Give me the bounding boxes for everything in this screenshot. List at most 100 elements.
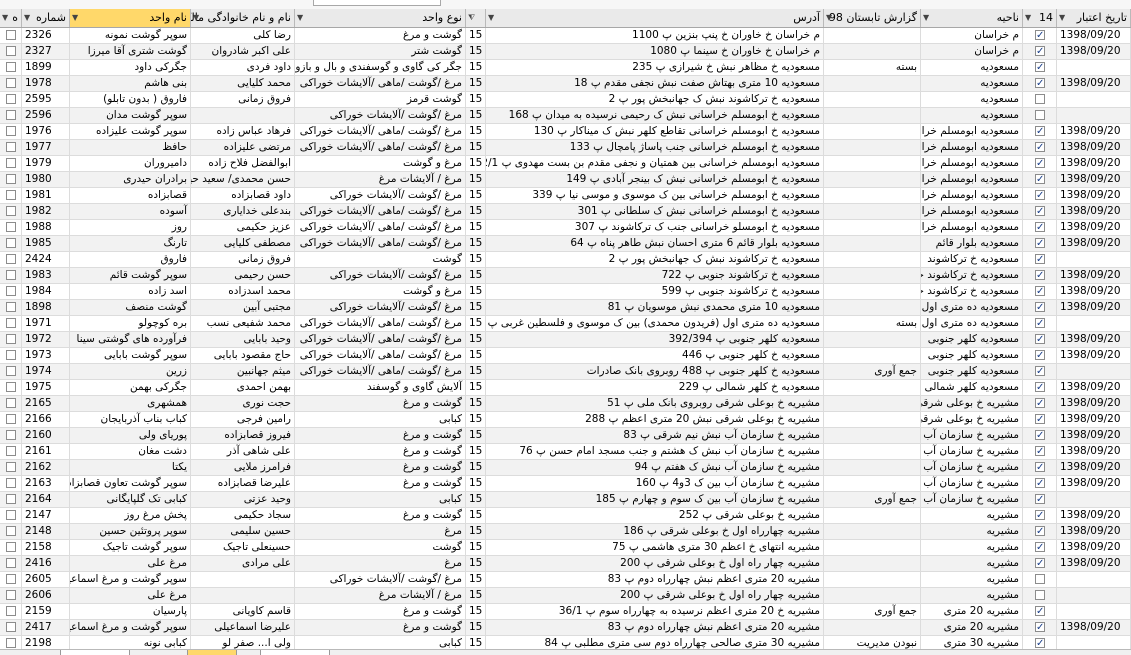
object-tab[interactable]: [260, 650, 330, 655]
cell-num[interactable]: 15: [466, 60, 486, 75]
table-row[interactable]: 2327 گوشت شتری آقا میرزا علی اکبر شادروان گ…: [0, 44, 1131, 60]
cell-type[interactable]: مرغ /گوشت /ماهی /آلایشات خوراکی: [295, 332, 466, 347]
cell-address[interactable]: مسعودیه خ ابومسلم خراسانی جنب پاساژ پامچ…: [486, 140, 824, 155]
cell-date[interactable]: [1057, 588, 1131, 603]
cell-name[interactable]: گوشت منصف: [70, 300, 191, 315]
cell-address[interactable]: مشیریه خ سازمان آب نبش ک هفتم پ 94: [486, 460, 824, 475]
dropdown-arrow-icon[interactable]: ▼: [193, 9, 199, 27]
cell-select[interactable]: [0, 76, 22, 91]
cell-num[interactable]: 15: [466, 364, 486, 379]
flag-checkbox[interactable]: [1035, 540, 1045, 555]
cell-date[interactable]: 1398/09/20: [1057, 284, 1131, 299]
cell-address[interactable]: مشیریه خ بوعلی شرقی پ 252: [486, 508, 824, 523]
cell-name[interactable]: سوپر گوشت نمونه: [70, 28, 191, 43]
cell-num[interactable]: 15: [466, 316, 486, 331]
cell-owner[interactable]: وحید عزتی: [191, 492, 295, 507]
cell-report[interactable]: [824, 348, 921, 363]
cell-region[interactable]: مسعودیه بلوار قائم: [921, 236, 1023, 251]
cell-id[interactable]: 2417: [22, 620, 70, 635]
cell-id[interactable]: 1971: [22, 316, 70, 331]
cell-id[interactable]: 1982: [22, 204, 70, 219]
cell-flag[interactable]: [1023, 412, 1057, 427]
cell-id[interactable]: 2161: [22, 444, 70, 459]
cell-flag[interactable]: [1023, 620, 1057, 635]
cell-region[interactable]: مسعودیه ابومسلم خراسانی: [921, 188, 1023, 203]
select-checkbox[interactable]: [6, 78, 16, 88]
cell-region[interactable]: مسعودیه: [921, 60, 1023, 75]
flag-checkbox[interactable]: [1035, 268, 1045, 283]
cell-num[interactable]: 15: [466, 156, 486, 171]
cell-num[interactable]: 15: [466, 604, 486, 619]
select-checkbox[interactable]: [6, 430, 16, 440]
cell-name[interactable]: زرین: [70, 364, 191, 379]
cell-address[interactable]: مسعودیه خ ابومسلم خراسانی نبش ک بینجر آب…: [486, 172, 824, 187]
cell-id[interactable]: 1977: [22, 140, 70, 155]
cell-date[interactable]: 1398/09/20: [1057, 348, 1131, 363]
cell-type[interactable]: مرغ /گوشت /آلایشات خوراکی: [295, 300, 466, 315]
cell-owner[interactable]: [191, 572, 295, 587]
cell-type[interactable]: مرغ /گوشت /ماهی /آلایشات خوراکی: [295, 140, 466, 155]
cell-owner[interactable]: علیرضا قصابزاده: [191, 476, 295, 491]
cell-address[interactable]: م خراسان خ خاوران خ پنپ بنزین پ 1100: [486, 28, 824, 43]
cell-owner[interactable]: فروق زمانی: [191, 252, 295, 267]
cell-num[interactable]: 15: [466, 540, 486, 555]
cell-flag[interactable]: [1023, 124, 1057, 139]
object-tab-active[interactable]: [187, 650, 237, 655]
cell-select[interactable]: [0, 380, 22, 395]
flag-checkbox[interactable]: [1035, 556, 1045, 571]
cell-owner[interactable]: قاسم کاویانی: [191, 604, 295, 619]
cell-type[interactable]: گوشت و مرغ: [295, 28, 466, 43]
cell-name[interactable]: مرغ علی: [70, 556, 191, 571]
cell-flag[interactable]: [1023, 604, 1057, 619]
cell-region[interactable]: مشیریه: [921, 556, 1023, 571]
select-checkbox[interactable]: [6, 206, 16, 216]
cell-flag[interactable]: [1023, 28, 1057, 43]
cell-num[interactable]: 15: [466, 44, 486, 59]
cell-report[interactable]: [824, 412, 921, 427]
flag-checkbox[interactable]: [1035, 220, 1045, 235]
cell-select[interactable]: [0, 476, 22, 491]
cell-region[interactable]: مسعودیه خ ترکاشوند جنوبی: [921, 268, 1023, 283]
cell-report[interactable]: [824, 28, 921, 43]
cell-select[interactable]: [0, 540, 22, 555]
cell-select[interactable]: [0, 620, 22, 635]
cell-address[interactable]: مسعودیه 10 متری بهتاش صفت نبش نجفی مقدم …: [486, 76, 824, 91]
cell-flag[interactable]: [1023, 188, 1057, 203]
cell-region[interactable]: م خراسان: [921, 28, 1023, 43]
select-checkbox[interactable]: [6, 350, 16, 360]
cell-name[interactable]: سوپر گوشت تعاون قصابزاده: [70, 476, 191, 491]
cell-flag[interactable]: [1023, 220, 1057, 235]
cell-type[interactable]: مرغ /گوشت /ماهی /آلایشات خوراکی: [295, 348, 466, 363]
cell-type[interactable]: مرغ و گوشت: [295, 284, 466, 299]
column-header-date[interactable]: ▼ تاریخ اعتبار: [1057, 9, 1131, 27]
cell-name[interactable]: گوشت شتری آقا میرزا: [70, 44, 191, 59]
table-row[interactable]: 1977 حافظ مرتضی علیزاده مرغ /گوشت /ماهی /آل…: [0, 140, 1131, 156]
dropdown-arrow-icon[interactable]: ▼: [826, 9, 832, 27]
filter-icon[interactable]: ⧩: [468, 9, 475, 27]
cell-num[interactable]: 15: [466, 172, 486, 187]
cell-select[interactable]: [0, 284, 22, 299]
flag-checkbox[interactable]: [1035, 590, 1045, 600]
cell-address[interactable]: مسعودیه خ ترکاشوند جنوبی پ 722: [486, 268, 824, 283]
cell-select[interactable]: [0, 444, 22, 459]
cell-report[interactable]: [824, 76, 921, 91]
cell-select[interactable]: [0, 236, 22, 251]
flag-checkbox[interactable]: [1035, 428, 1045, 443]
cell-name[interactable]: سوپر گوشت قائم: [70, 268, 191, 283]
table-row[interactable]: 1984 اسد زاده محمد اسدزاده مرغ و گوشت 15 مسعو…: [0, 284, 1131, 300]
cell-id[interactable]: 2424: [22, 252, 70, 267]
cell-report[interactable]: جمع آوری: [824, 604, 921, 619]
select-checkbox[interactable]: [6, 558, 16, 568]
cell-owner[interactable]: مصطفی کلیایی: [191, 236, 295, 251]
cell-address[interactable]: مشیریه 20 متری اعظم نبش چهارراه دوم پ 83: [486, 572, 824, 587]
cell-id[interactable]: 2159: [22, 604, 70, 619]
cell-select[interactable]: [0, 220, 22, 235]
cell-owner[interactable]: داود قصابزاده: [191, 188, 295, 203]
cell-owner[interactable]: حسینعلی تاجیک: [191, 540, 295, 555]
cell-id[interactable]: 1974: [22, 364, 70, 379]
cell-address[interactable]: مسعودیه ابومسلم خراسانی بین همتیان و نجف…: [486, 156, 824, 171]
cell-report[interactable]: [824, 460, 921, 475]
flag-checkbox[interactable]: [1035, 204, 1045, 219]
select-checkbox[interactable]: [6, 446, 16, 456]
cell-region[interactable]: مسعودیه کلهر شمالی: [921, 380, 1023, 395]
